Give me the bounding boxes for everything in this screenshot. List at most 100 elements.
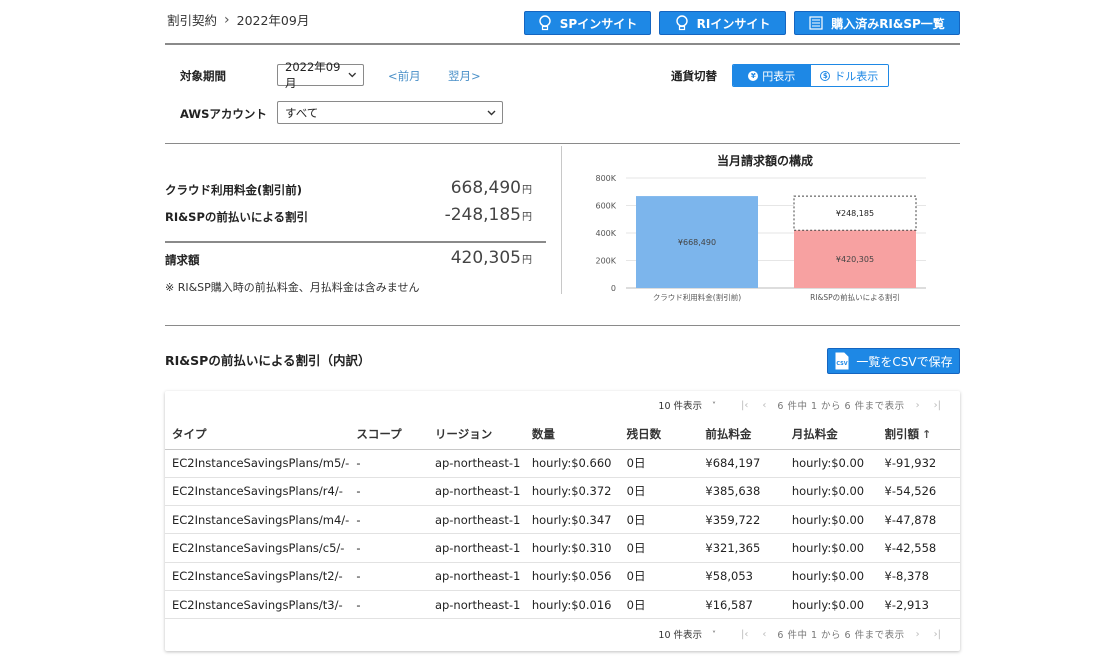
cell-scope: - [349, 590, 428, 620]
cell-upfront-fee: ¥58,053 [698, 562, 785, 591]
pager-bottom: 10 件表示 ˅ |‹ ‹ 6 件中 1 から 6 件まで表示 › ›| [658, 627, 948, 642]
column-header-remaining-days[interactable]: 残日数 [619, 420, 699, 450]
yen-icon: ¥ [748, 70, 759, 81]
prev-page-icon[interactable]: ‹ [762, 400, 766, 411]
cell-remaining-days: 0日 [619, 590, 699, 620]
sort-ascending-icon[interactable]: ↑ [922, 428, 931, 441]
table-header-row: タイプ スコープ リージョン 数量 残日数 前払料金 月払料金 割引額 ↑ [165, 420, 960, 450]
column-header-monthly-fee[interactable]: 月払料金 [784, 420, 878, 450]
cell-discount: ¥-2,913 [877, 590, 960, 620]
sp-insight-label: SPインサイト [559, 16, 638, 31]
breadcrumb-parent[interactable]: 割引契約 [167, 10, 217, 29]
csv-file-icon: CSV [835, 352, 849, 370]
currency-usd-label: ドル表示 [834, 69, 879, 83]
currency-label: 通貨切替 [671, 69, 717, 83]
billing-label: 請求額 [165, 253, 200, 267]
column-header-quantity[interactable]: 数量 [524, 420, 620, 450]
caret-down-icon[interactable]: ˅ [712, 630, 716, 639]
account-select[interactable]: すべて [277, 101, 503, 124]
dollar-icon: $ [820, 70, 831, 81]
billing-number: 420,305 [450, 248, 521, 268]
cell-remaining-days: 0日 [619, 477, 699, 507]
column-header-region[interactable]: リージョン [427, 420, 525, 450]
currency-usd-option[interactable]: $ ドル表示 [810, 65, 888, 86]
table-row: EC2InstanceSavingsPlans/m5/- - ap-northeas… [165, 449, 960, 478]
cell-upfront-fee: ¥359,722 [698, 505, 785, 535]
summary-divider [165, 241, 546, 243]
cell-remaining-days: 0日 [619, 562, 699, 591]
y-tick-label: 200K [595, 257, 616, 266]
per-page-select[interactable]: 10 件表示 [658, 627, 702, 641]
cell-type: EC2InstanceSavingsPlans/r4/- [165, 477, 350, 507]
first-page-icon[interactable]: |‹ [741, 629, 748, 640]
breakdown-table-card: 10 件表示 ˅ |‹ ‹ 6 件中 1 から 6 件まで表示 › ›| タイプ… [165, 391, 960, 651]
summary-note: ※ RI&SP購入時の前払料金、月払料金は含みません [165, 281, 420, 294]
lightbulb-icon [675, 15, 688, 31]
next-page-icon[interactable]: › [916, 400, 920, 411]
chart-title: 当月請求額の構成 [716, 154, 813, 168]
prev-month-link[interactable]: <前月 [388, 68, 421, 84]
unit-label: 円 [522, 255, 532, 266]
first-page-icon[interactable]: |‹ [741, 400, 748, 411]
currency-toggle: ¥ 円表示 $ ドル表示 [732, 64, 889, 87]
cell-region: ap-northeast-1 [427, 505, 525, 535]
table-body: EC2InstanceSavingsPlans/m5/- - ap-northeas… [165, 449, 960, 620]
cloud-usage-value: 668,490円 [362, 178, 532, 198]
y-tick-label: 400K [595, 229, 616, 238]
bar-data-label: ¥420,305 [836, 255, 874, 264]
account-label: AWSアカウント [180, 107, 267, 121]
page-range: 6 件中 1 から 6 件まで表示 [777, 630, 905, 641]
breakdown-title: RI&SPの前払いによる割引（内訳） [165, 353, 371, 368]
lightbulb-icon [539, 15, 551, 31]
per-page-select[interactable]: 10 件表示 [658, 398, 702, 412]
next-page-icon[interactable]: › [916, 629, 920, 640]
cloud-usage-label: クラウド利用料金(割引前) [165, 183, 303, 197]
column-header-label: リージョン [434, 427, 493, 442]
column-header-scope[interactable]: スコープ [349, 420, 428, 450]
purchased-list-button[interactable]: 購入済みRI&SP一覧 [794, 11, 960, 35]
last-page-icon[interactable]: ›| [934, 629, 941, 640]
cell-scope: - [349, 562, 428, 591]
page-range: 6 件中 1 から 6 件まで表示 [777, 401, 905, 412]
cell-quantity: hourly:$0.310 [524, 533, 620, 563]
cell-upfront-fee: ¥16,587 [698, 590, 785, 620]
table-row: EC2InstanceSavingsPlans/r4/- - ap-northeas… [165, 477, 960, 507]
csv-export-label: 一覧をCSVで保存 [856, 354, 953, 369]
table-row: EC2InstanceSavingsPlans/t2/- - ap-northeas… [165, 562, 960, 591]
billing-composition-chart: 0 200K 400K 600K 800K ¥668,490 ¥420,305 ¥248,18… [595, 174, 926, 302]
y-tick-label: 0 [611, 284, 616, 293]
cell-quantity: hourly:$0.016 [524, 590, 620, 620]
x-category-label: クラウド利用料金(割引前) [653, 292, 741, 302]
last-page-icon[interactable]: ›| [934, 400, 941, 411]
cell-discount: ¥-91,932 [877, 449, 960, 478]
currency-yen-option[interactable]: ¥ 円表示 [733, 65, 811, 86]
cell-quantity: hourly:$0.347 [524, 505, 620, 535]
breadcrumb: 割引契約 › 2022年09月 [167, 10, 309, 29]
column-header-discount[interactable]: 割引額 ↑ [877, 420, 960, 450]
table-row: EC2InstanceSavingsPlans/c5/- - ap-northeas… [165, 533, 960, 563]
cell-monthly-fee: hourly:$0.00 [784, 562, 878, 591]
purchased-list-label: 購入済みRI&SP一覧 [831, 16, 945, 31]
period-label: 対象期間 [180, 69, 226, 83]
cell-region: ap-northeast-1 [427, 477, 525, 507]
prev-page-icon[interactable]: ‹ [762, 629, 766, 640]
cell-region: ap-northeast-1 [427, 562, 525, 591]
cell-monthly-fee: hourly:$0.00 [784, 533, 878, 563]
column-header-type[interactable]: タイプ [165, 420, 350, 450]
column-header-label: スコープ [356, 427, 402, 442]
cell-region: ap-northeast-1 [427, 590, 525, 620]
chevron-down-icon [348, 72, 357, 78]
sp-insight-button[interactable]: SPインサイト [524, 11, 651, 35]
next-month-link[interactable]: 翌月> [448, 68, 481, 84]
column-header-upfront-fee[interactable]: 前払料金 [698, 420, 785, 450]
summary-chart-divider [561, 146, 562, 294]
header-divider [165, 43, 960, 45]
period-select[interactable]: 2022年09月 [277, 60, 364, 90]
cell-quantity: hourly:$0.660 [524, 449, 620, 478]
unit-label: 円 [522, 185, 532, 196]
csv-export-button[interactable]: CSV 一覧をCSVで保存 [827, 348, 960, 374]
discount-value: -248,185円 [362, 205, 532, 225]
caret-down-icon[interactable]: ˅ [712, 401, 716, 410]
ri-insight-button[interactable]: RIインサイト [659, 11, 786, 35]
column-header-label: 割引額 [884, 427, 920, 442]
